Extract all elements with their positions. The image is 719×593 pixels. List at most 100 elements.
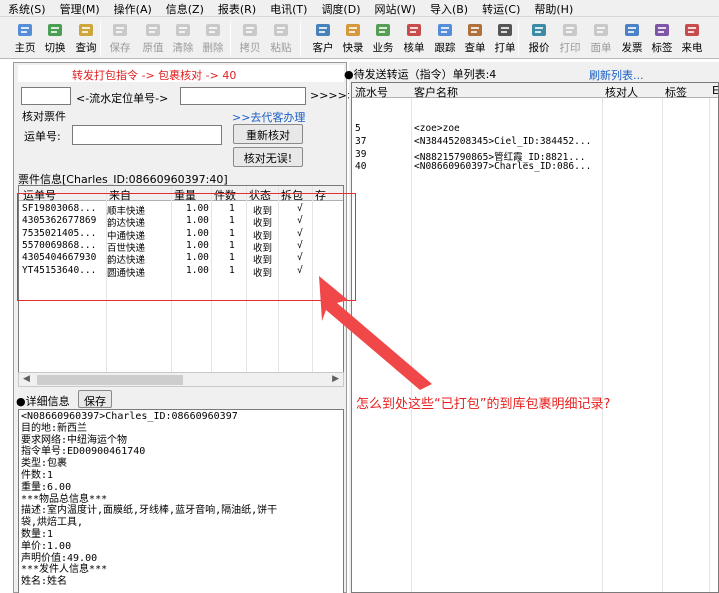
list-header-1[interactable]: 客户名称 xyxy=(414,84,458,100)
verify-ok-button[interactable]: 核对无误! xyxy=(233,147,303,167)
toolbar-button-customer[interactable]: 客户 xyxy=(308,19,338,57)
menu-item-9[interactable]: 转运(C) xyxy=(474,0,526,16)
toolbar-label: 切换 xyxy=(44,42,66,54)
scroll-right-icon[interactable]: ▶ xyxy=(332,374,339,384)
menu-item-2[interactable]: 操作(A) xyxy=(106,0,158,16)
toolbar-label: 来电 xyxy=(681,42,703,54)
menu-item-6[interactable]: 调度(D) xyxy=(313,0,366,16)
toolbar-button-waybill[interactable]: 面单 xyxy=(586,19,616,57)
locate-left-input[interactable] xyxy=(21,87,71,105)
toolbar-separator xyxy=(300,21,301,55)
toolbar-button-paste[interactable]: 粘贴 xyxy=(266,19,296,57)
toolbar-button-label[interactable]: 标签 xyxy=(647,19,677,57)
detail-label: ●详细信息 xyxy=(16,395,70,408)
toolbar-label: 面单 xyxy=(590,42,612,54)
menu-item-10[interactable]: 帮助(H) xyxy=(526,0,579,16)
switch-icon xyxy=(46,21,64,39)
toolbar-label: 删除 xyxy=(202,42,224,54)
toolbar-button-save[interactable]: 保存 xyxy=(105,19,135,57)
list-item[interactable]: 37 <N38445208345>Ciel_ID:384452... xyxy=(352,136,718,149)
detail-line: 声明价值:49.00 xyxy=(21,552,98,564)
menu-item-4[interactable]: 报表(R) xyxy=(210,0,262,16)
toolbar-label: 粘贴 xyxy=(270,42,292,54)
toolbar-label: 拷贝 xyxy=(239,42,261,54)
customer-icon xyxy=(314,21,332,39)
menu-item-1[interactable]: 管理(M) xyxy=(52,0,106,16)
menu-item-0[interactable]: 系统(S) xyxy=(0,0,52,16)
goto-customer-link[interactable]: >>去代客办理 xyxy=(232,109,305,125)
pending-list: 流水号 客户名称 核对人 标签 E 5 <zoe>zoe 37 <N38445208345>Ci… xyxy=(351,82,719,593)
grid-horizontal-scrollbar[interactable]: ◀ ▶ xyxy=(18,372,344,387)
verify-section-label: 核对票件 xyxy=(22,110,66,123)
list-cell: 40 xyxy=(355,161,367,173)
toolbar-button-print-order[interactable]: 打单 xyxy=(490,19,520,57)
toolbar-button-quote[interactable]: 报价 xyxy=(524,19,554,57)
clear-icon xyxy=(174,21,192,39)
left-panel: 转发打包指令 -> 包裹核对 -> 40 <-流水定位单号-> >>>>> 核对… xyxy=(13,62,356,593)
toolbar-button-restore[interactable]: 原值 xyxy=(138,19,168,57)
toolbar-label: 主页 xyxy=(14,42,36,54)
locate-placeholder-label: <-流水定位单号-> xyxy=(76,92,169,105)
list-cell: 5 xyxy=(355,123,361,134)
detail-save-button[interactable]: 保存 xyxy=(78,390,112,408)
waybill-input[interactable] xyxy=(72,125,222,145)
highlight-box xyxy=(17,193,356,301)
toolbar-label: 清除 xyxy=(172,42,194,54)
list-item[interactable]: 5 <zoe>zoe xyxy=(352,123,718,136)
list-header-3[interactable]: 标签 xyxy=(665,84,687,100)
menu-item-8[interactable]: 导入(B) xyxy=(422,0,474,16)
toolbar-button-clear[interactable]: 清除 xyxy=(168,19,198,57)
toolbar-button-quick-entry[interactable]: 快录 xyxy=(338,19,368,57)
toolbar-button-invoice[interactable]: 发票 xyxy=(617,19,647,57)
print-icon xyxy=(561,21,579,39)
list-header-0[interactable]: 流水号 xyxy=(355,84,388,100)
track-icon xyxy=(436,21,454,39)
detail-line: 重量:6.00 xyxy=(21,481,72,493)
toolbar-button-business[interactable]: 业务 xyxy=(368,19,398,57)
toolbar-button-print[interactable]: 打印 xyxy=(555,19,585,57)
refresh-list-link[interactable]: 刷新列表... xyxy=(589,67,644,83)
annotation-text: 怎么到处这些“已打包”的到库包裹明细记录? xyxy=(356,397,611,412)
detail-line: 指令单号:ED00900461740 xyxy=(21,446,146,458)
toolbar-button-home[interactable]: 主页 xyxy=(10,19,40,57)
detail-line: 件数:1 xyxy=(21,469,54,481)
query-icon xyxy=(77,21,95,39)
verify-icon xyxy=(405,21,423,39)
toolbar-label: 业务 xyxy=(372,42,394,54)
menu-item-7[interactable]: 网站(W) xyxy=(367,0,422,16)
detail-line: 单价:1.00 xyxy=(21,540,72,552)
toolbar-label: 核单 xyxy=(403,42,425,54)
menu-item-3[interactable]: 信息(Z) xyxy=(158,0,210,16)
list-cell: 37 xyxy=(355,135,367,147)
locate-input[interactable] xyxy=(180,87,306,105)
toolbar-label: 快录 xyxy=(342,42,364,54)
delete-icon xyxy=(204,21,222,39)
toolbar-button-verify[interactable]: 核单 xyxy=(399,19,429,57)
breadcrumb-banner: 转发打包指令 -> 包裹核对 -> 40 xyxy=(18,65,344,82)
toolbar-button-check-order[interactable]: 查单 xyxy=(460,19,490,57)
detail-line: ***发件人信息*** xyxy=(21,564,108,576)
detail-line: ***物品总信息*** xyxy=(21,493,108,505)
copy-icon xyxy=(241,21,259,39)
toolbar-button-switch[interactable]: 切换 xyxy=(40,19,70,57)
detail-line: 要求网络:中纽海运个物 xyxy=(21,434,128,446)
invoice-icon xyxy=(623,21,641,39)
reverify-button[interactable]: 重新核对 xyxy=(233,124,303,144)
toolbar-button-query[interactable]: 查询 xyxy=(71,19,101,57)
toolbar-button-phone[interactable]: 来电 xyxy=(677,19,707,57)
detail-text: <N08660960397>Charles_ID:08660960397 目的地:… xyxy=(18,409,344,593)
toolbar-button-copy[interactable]: 拷贝 xyxy=(235,19,265,57)
scroll-thumb[interactable] xyxy=(37,375,183,385)
paste-icon xyxy=(272,21,290,39)
detail-line: 类型:包裹 xyxy=(21,458,68,470)
scroll-left-icon[interactable]: ◀ xyxy=(23,374,30,384)
toolbar-button-delete[interactable]: 删除 xyxy=(198,19,228,57)
list-header-2[interactable]: 核对人 xyxy=(605,84,638,100)
toolbar-button-track[interactable]: 跟踪 xyxy=(430,19,460,57)
business-icon xyxy=(374,21,392,39)
list-item[interactable]: 40 <N08660960397>Charles_ID:086... xyxy=(352,161,718,174)
list-cell: <N08660960397>Charles_ID:086... xyxy=(414,161,592,173)
list-header-4[interactable]: E xyxy=(712,84,718,97)
list-item[interactable]: 39 <N88215790865>管红霞_ID:8821... xyxy=(352,149,718,163)
menu-item-5[interactable]: 电讯(T) xyxy=(262,0,313,16)
